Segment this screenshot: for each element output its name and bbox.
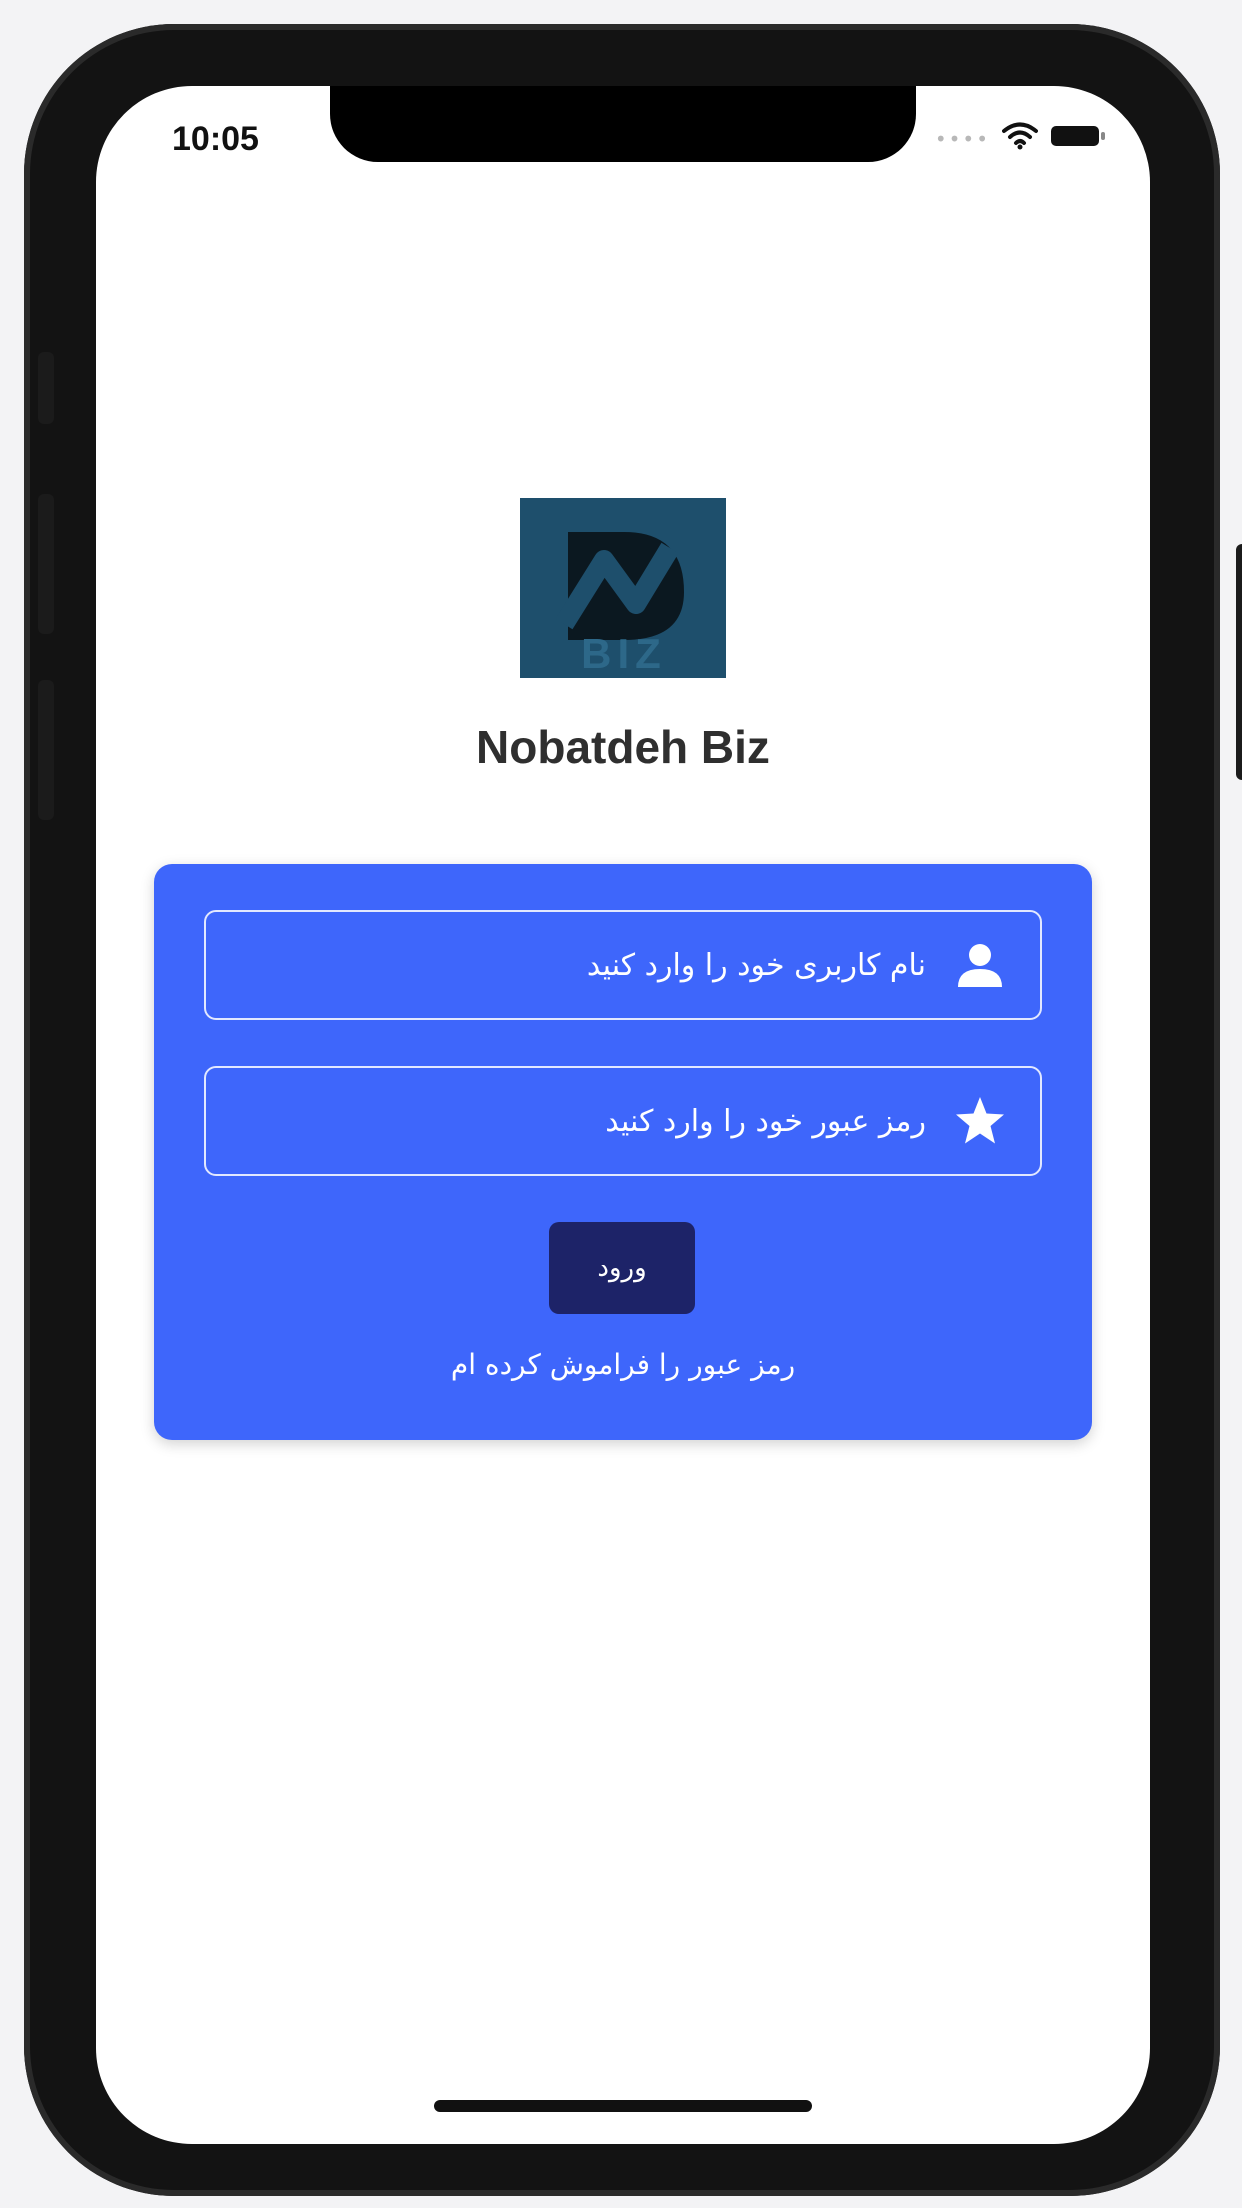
signal-dots-icon: •••• (934, 126, 990, 151)
login-card: ورود رمز عبور را فراموش کرده ام (154, 864, 1092, 1440)
svg-text:BIZ: BIZ (581, 630, 667, 677)
forgot-password-link[interactable]: رمز عبور را فراموش کرده ام (154, 1348, 1092, 1381)
volume-down-button (38, 680, 54, 820)
status-time: 10:05 (172, 120, 259, 158)
power-button (1236, 544, 1242, 780)
password-field[interactable] (204, 1066, 1042, 1176)
home-indicator[interactable] (434, 2100, 812, 2112)
star-icon (954, 1095, 1006, 1147)
battery-icon (1050, 122, 1106, 155)
app-title: Nobatdeh Biz (476, 721, 770, 773)
login-button[interactable]: ورود (549, 1222, 695, 1314)
username-input[interactable] (206, 912, 926, 1018)
status-icons: •••• (935, 122, 1106, 155)
wifi-icon (1002, 122, 1038, 155)
username-field[interactable] (204, 910, 1042, 1020)
user-icon (954, 939, 1006, 991)
app-screen: 10:05 •••• BIZ Nobatdeh Biz نام کاربری خ… (96, 86, 1150, 2144)
volume-up-button (38, 494, 54, 634)
password-input[interactable] (206, 1068, 926, 1174)
device-notch (330, 86, 916, 162)
silent-switch (38, 352, 54, 424)
nobatdeh-biz-logo: BIZ (520, 498, 726, 678)
